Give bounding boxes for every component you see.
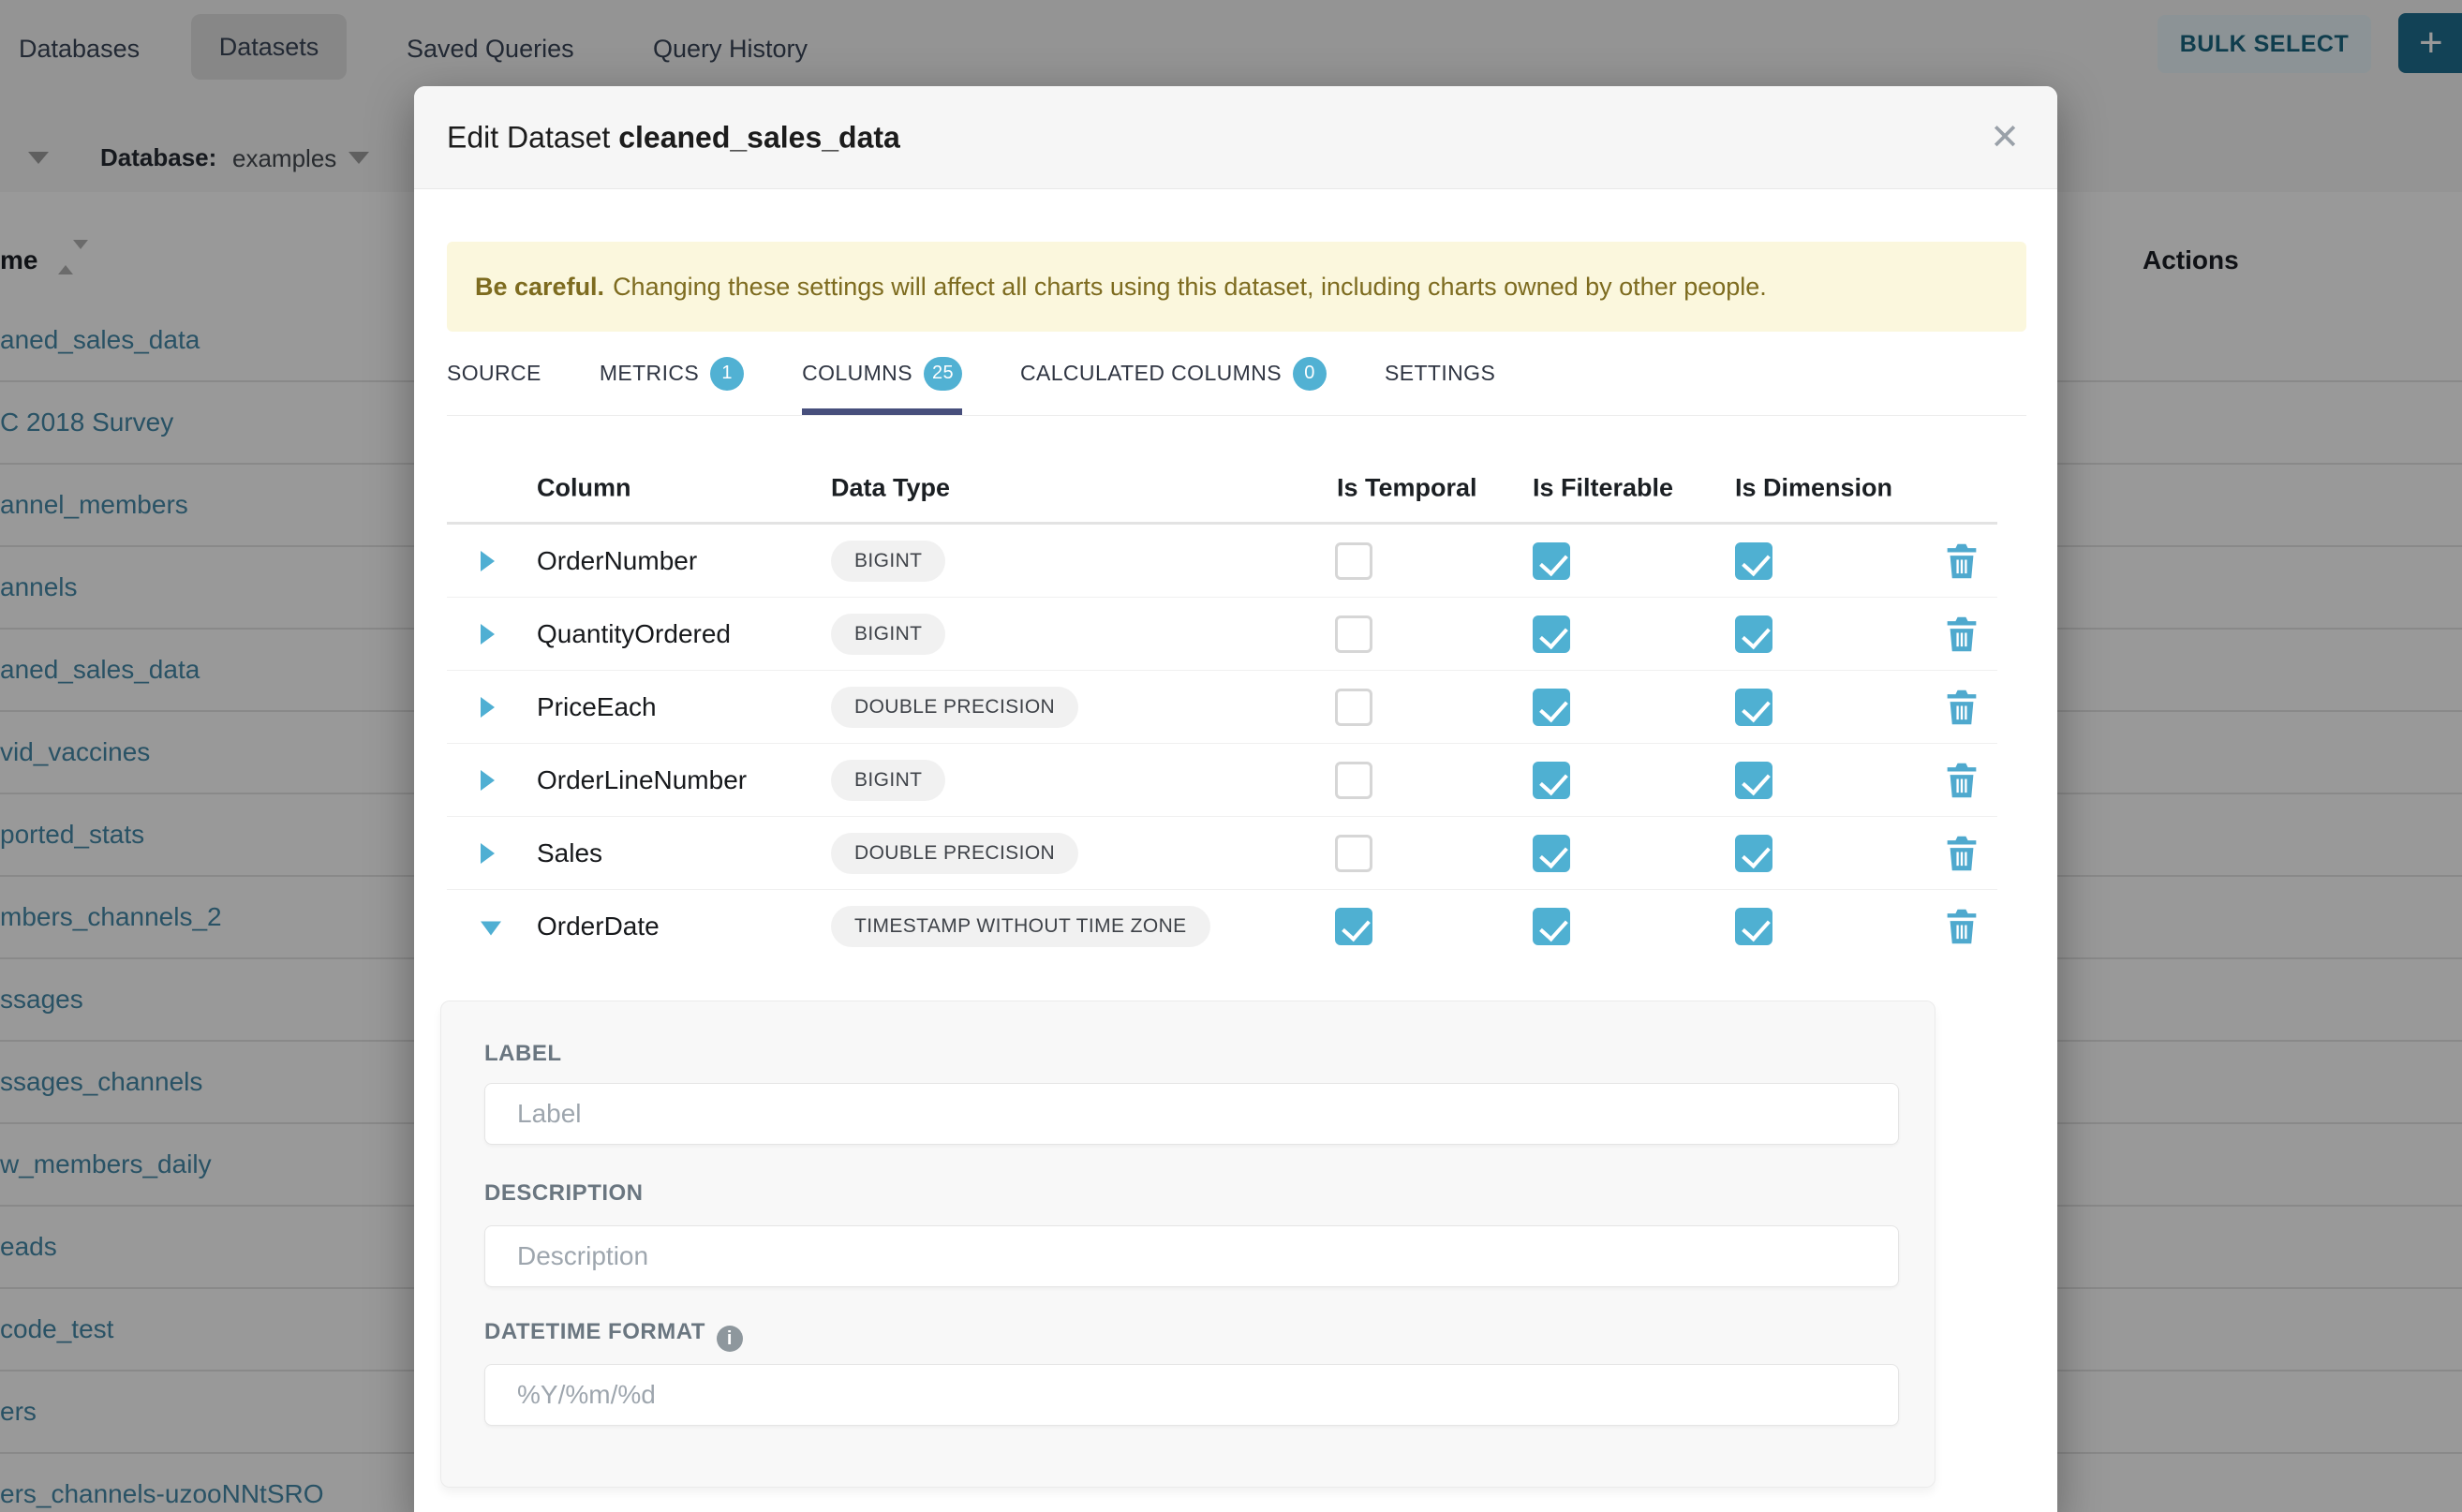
modal-title: Edit Dataset cleaned_sales_data [447,120,900,155]
label-input[interactable] [484,1083,1899,1145]
column-row: OrderLineNumber BIGINT [447,744,1997,817]
is-dimension-checkbox[interactable] [1735,615,1772,653]
info-icon[interactable]: i [717,1326,743,1352]
data-type-pill: BIGINT [831,760,945,801]
description-field-label: DESCRIPTION [484,1180,644,1207]
column-name: Sales [537,838,602,868]
chevron-right-icon[interactable] [481,770,495,791]
trash-icon[interactable] [1946,543,1978,579]
is-dimension-checkbox[interactable] [1735,835,1772,872]
tab-count-badge: 0 [1293,357,1327,391]
chevron-down-icon[interactable] [481,922,501,936]
column-row: Sales DOUBLE PRECISION [447,817,1997,890]
modal-body: Be careful. Changing these settings will… [414,242,2057,1488]
tab-source[interactable]: SOURCE [447,332,541,415]
tab-count-badge: 1 [710,357,744,391]
is-temporal-checkbox[interactable] [1335,762,1372,799]
tab-label: CALCULATED COLUMNS [1020,361,1282,386]
is-temporal-checkbox[interactable] [1335,542,1372,580]
chevron-right-icon[interactable] [481,624,495,645]
data-type-pill: BIGINT [831,614,945,655]
is-dimension-checkbox[interactable] [1735,542,1772,580]
is-filterable-checkbox[interactable] [1533,908,1570,945]
chevron-right-icon[interactable] [481,697,495,718]
tab-settings[interactable]: SETTINGS [1385,332,1495,415]
chevron-right-icon[interactable] [481,551,495,571]
tab-count-badge: 25 [924,357,962,391]
tab-label: COLUMNS [802,361,912,386]
warning-banner: Be careful. Changing these settings will… [447,242,2026,332]
tab-metrics[interactable]: METRICS 1 [600,332,744,415]
column-row: OrderDate TIMESTAMP WITHOUT TIME ZONE [447,890,1997,963]
app-root: Databases Datasets Saved Queries Query H… [0,0,2462,1512]
edit-dataset-modal: Edit Dataset cleaned_sales_data ✕ Be car… [414,86,2057,1512]
data-type-pill: DOUBLE PRECISION [831,833,1078,874]
column-row: QuantityOrdered BIGINT [447,598,1997,671]
trash-icon[interactable] [1946,689,1978,725]
is-temporal-checkbox[interactable] [1335,908,1372,945]
column-name: PriceEach [537,692,657,722]
tab-label: SOURCE [447,361,541,386]
datetime-format-input[interactable] [484,1364,1899,1426]
is-filterable-checkbox[interactable] [1533,689,1570,726]
is-dimension-checkbox[interactable] [1735,762,1772,799]
is-dimension-checkbox[interactable] [1735,689,1772,726]
tab-columns[interactable]: COLUMNS 25 [802,332,962,415]
trash-icon[interactable] [1946,836,1978,871]
tab-label: METRICS [600,361,699,386]
trash-icon[interactable] [1946,616,1978,652]
datetime-format-field-label: DATETIME FORMATi [484,1319,743,1352]
trash-icon[interactable] [1946,909,1978,944]
is-temporal-checkbox[interactable] [1335,689,1372,726]
data-type-pill: BIGINT [831,541,945,582]
tab-label: SETTINGS [1385,361,1495,386]
column-name: OrderLineNumber [537,765,747,795]
column-row: PriceEach DOUBLE PRECISION [447,671,1997,744]
columns-table: Column Data Type Is Temporal Is Filterab… [447,453,1997,963]
close-icon[interactable]: ✕ [1990,120,2020,156]
is-dimension-checkbox[interactable] [1735,908,1772,945]
description-input[interactable] [484,1225,1899,1287]
is-temporal-checkbox[interactable] [1335,615,1372,653]
column-name: QuantityOrdered [537,619,731,649]
label-field-label: LABEL [484,1041,562,1067]
trash-icon[interactable] [1946,763,1978,798]
is-filterable-checkbox[interactable] [1533,615,1570,653]
modal-tabs: SOURCE METRICS 1 COLUMNS 25 CALCULATED COLUMN… [447,332,2026,416]
column-row: OrderNumber BIGINT [447,525,1997,598]
modal-header: Edit Dataset cleaned_sales_data ✕ [414,86,2057,189]
tab-calculated-columns[interactable]: CALCULATED COLUMNS 0 [1020,332,1327,415]
is-filterable-checkbox[interactable] [1533,835,1570,872]
columns-table-header: Column Data Type Is Temporal Is Filterab… [447,453,1997,525]
data-type-pill: DOUBLE PRECISION [831,687,1078,728]
data-type-pill: TIMESTAMP WITHOUT TIME ZONE [831,906,1210,947]
is-temporal-checkbox[interactable] [1335,835,1372,872]
is-filterable-checkbox[interactable] [1533,542,1570,580]
chevron-right-icon[interactable] [481,843,495,864]
is-filterable-checkbox[interactable] [1533,762,1570,799]
column-detail-panel: LABEL DESCRIPTION DATETIME FORMATi [440,1001,1935,1488]
column-name: OrderDate [537,912,660,941]
column-name: OrderNumber [537,546,697,576]
